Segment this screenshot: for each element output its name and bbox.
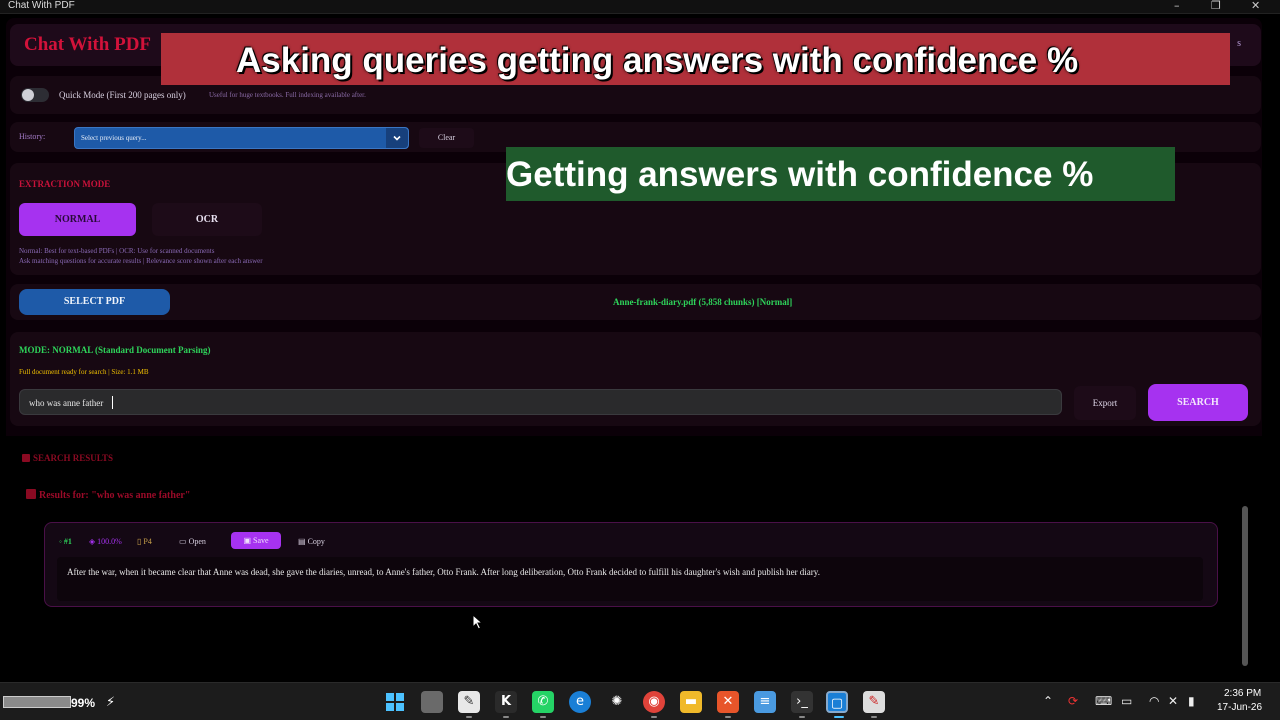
history-select[interactable]: Select previous query... [74, 127, 409, 149]
quick-mode-toggle[interactable] [21, 88, 49, 102]
clock-date[interactable]: 17-Jun-26 [1217, 702, 1262, 713]
text-caret [112, 396, 113, 409]
result-page-text: P4 [143, 537, 152, 546]
charging-icon: ⚡ [106, 695, 116, 710]
mouse-cursor-icon [472, 613, 484, 633]
overlay-banner-green: Getting answers with confidence % [506, 147, 1175, 201]
quick-mode-label: Quick Mode (First 200 pages only) [59, 90, 186, 100]
open-icon: ▭ [179, 537, 189, 546]
save-icon: ▣ [243, 536, 253, 545]
running-indicator [871, 716, 877, 718]
overlay-banner-green-text: Getting answers with confidence % [506, 155, 1094, 194]
open-button[interactable]: ▭ Open [179, 537, 206, 546]
minimize-button[interactable]: – [1174, 0, 1180, 12]
windows-start-icon[interactable] [384, 691, 406, 713]
copy-button[interactable]: ▤ Copy [298, 537, 325, 546]
pdf-tool-icon[interactable]: ✎ [863, 691, 885, 713]
results-for-text: Results for: "who was anne father" [39, 490, 191, 501]
close-button[interactable]: ✕ [1251, 0, 1260, 12]
maximize-button[interactable]: ❐ [1211, 0, 1221, 12]
loaded-file-info: Anne-frank-diary.pdf (5,858 chunks) [Nor… [613, 297, 793, 307]
result-confidence: ◈ 100.0% [89, 537, 122, 546]
running-indicator [466, 716, 472, 718]
header-right-text: s [1237, 38, 1241, 49]
mode-status: MODE: NORMAL (Standard Document Parsing) [19, 345, 211, 355]
chatgpt-icon[interactable]: ✺ [606, 691, 628, 713]
battery-icon[interactable]: ▮ [1188, 694, 1195, 708]
open-label: Open [188, 537, 206, 546]
whatsapp-icon[interactable]: ✆ [532, 691, 554, 713]
quick-mode-hint: Useful for huge textbooks. Full indexing… [209, 91, 366, 99]
notepad-icon[interactable]: ≡ [754, 691, 776, 713]
k-app-icon[interactable]: K [495, 691, 517, 713]
query-input-value: who was anne father [29, 398, 104, 408]
normal-mode-button[interactable]: NORMAL [19, 203, 136, 236]
edge-browser-icon[interactable]: e [569, 691, 591, 713]
copy-icon: ▤ [298, 537, 308, 546]
search-results-title: SEARCH RESULTS [33, 453, 113, 463]
history-select-value: Select previous query... [81, 134, 147, 142]
copy-label: Copy [307, 537, 325, 546]
chrome-browser-icon[interactable]: ◉ [643, 691, 665, 713]
export-button[interactable]: Export [1074, 386, 1136, 420]
extraction-hint-2: Ask matching questions for accurate resu… [19, 257, 263, 265]
overlay-banner-red-text: Asking queries getting answers with conf… [236, 41, 1079, 80]
search-results-heading: SEARCH RESULTS [22, 453, 113, 463]
active-indicator [834, 716, 844, 718]
window-titlebar: Chat With PDF – ❐ ✕ [0, 0, 1280, 14]
result-confidence-text: 100.0% [97, 537, 122, 546]
xampp-icon[interactable]: ✕ [717, 691, 739, 713]
sync-icon[interactable]: ⟳ [1068, 694, 1078, 708]
save-label: Save [253, 536, 269, 545]
window-title: Chat With PDF [8, 0, 75, 11]
result-page: ▯ P4 [137, 537, 152, 546]
running-indicator [725, 716, 731, 718]
search-panel: MODE: NORMAL (Standard Document Parsing)… [10, 332, 1261, 426]
ocr-mode-button[interactable]: OCR [152, 203, 262, 236]
active-app-icon[interactable]: ▢ [826, 691, 848, 713]
chevron-up-icon[interactable]: ⌃ [1043, 694, 1053, 708]
search-button[interactable]: SEARCH [1148, 384, 1248, 421]
gem-icon: ◈ [89, 537, 98, 546]
results-scrollbar[interactable] [1242, 506, 1248, 666]
running-indicator [651, 716, 657, 718]
document-status: Full document ready for search | Size: 1… [19, 368, 149, 376]
results-area: SEARCH RESULTS Results for: "who was ann… [6, 436, 1262, 680]
clear-history-button[interactable]: Clear [419, 128, 474, 148]
result-rank: ◦ #1 [59, 537, 72, 546]
wifi-icon[interactable]: ◠ [1149, 694, 1159, 708]
terminal-icon[interactable]: ›_ [791, 691, 813, 713]
answer-text: After the war, when it became clear that… [67, 567, 820, 577]
taskbar: 99% ⚡ ✎ K ✆ e ✺ ◉ ▬ ✕ ≡ ›_ ▢ ✎ ⌃ ⟳ ⌨ ▭ ◠… [0, 682, 1280, 720]
keyboard-icon[interactable]: ⌨ [1095, 694, 1112, 708]
clock-time[interactable]: 2:36 PM [1224, 688, 1261, 699]
brand-title: Chat With PDF [24, 34, 152, 55]
result-rank-text: #1 [63, 537, 72, 546]
running-indicator [799, 716, 805, 718]
battery-bar [3, 696, 71, 708]
select-pdf-button[interactable]: SELECT PDF [19, 289, 170, 315]
overlay-banner-red: Asking queries getting answers with conf… [161, 33, 1230, 85]
file-editor-icon[interactable]: ✎ [458, 691, 480, 713]
save-button[interactable]: ▣ Save [231, 532, 281, 549]
chevron-down-icon[interactable] [386, 128, 408, 148]
answer-box: After the war, when it became clear that… [57, 557, 1203, 601]
app-window: Chat With PDF s Quick Mode (First 200 pa… [6, 18, 1262, 680]
display-icon[interactable]: ▭ [1121, 694, 1132, 708]
results-icon [22, 454, 30, 462]
battery-percent: 99% [71, 696, 96, 710]
history-label: History: [19, 132, 46, 141]
extraction-mode-title: EXTRACTION MODE [19, 179, 111, 189]
query-input[interactable]: who was anne father [19, 389, 1062, 415]
volume-muted-icon[interactable]: ✕ [1168, 694, 1178, 708]
running-indicator [503, 716, 509, 718]
file-explorer-icon[interactable]: ▬ [680, 691, 702, 713]
task-view-icon[interactable] [421, 691, 443, 713]
results-for-heading: Results for: "who was anne father" [26, 489, 190, 501]
query-icon [26, 489, 36, 499]
select-pdf-panel: SELECT PDF Anne-frank-diary.pdf (5,858 c… [10, 284, 1261, 320]
running-indicator [540, 716, 546, 718]
result-card: ◦ #1 ◈ 100.0% ▯ P4 ▭ Open ▣ Save ▤ Copy … [44, 522, 1218, 607]
extraction-hint-1: Normal: Best for text-based PDFs | OCR: … [19, 247, 215, 255]
